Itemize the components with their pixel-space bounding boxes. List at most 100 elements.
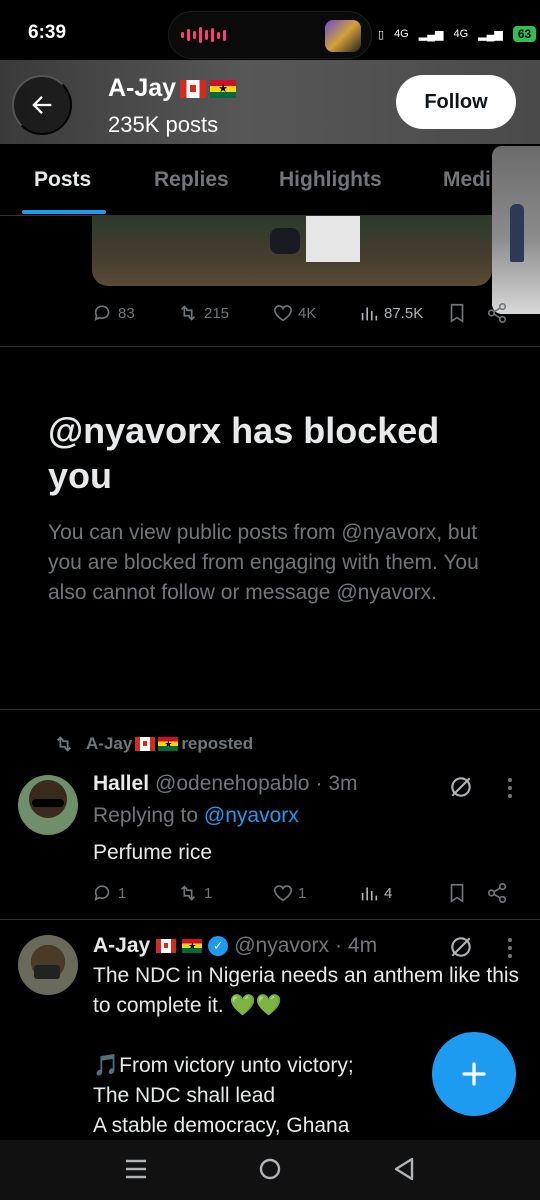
grok-icon[interactable]	[448, 934, 474, 960]
tweet-time: · 4m	[335, 934, 378, 957]
posts-count: 235K posts	[108, 112, 219, 137]
reply-count: 1	[118, 884, 127, 902]
replying-to: Replying to @nyavorx	[93, 804, 299, 828]
like-action[interactable]: 1	[272, 882, 306, 904]
grok-icon[interactable]	[448, 774, 474, 800]
tweet-header: Hallel @odenehopablo · 3m	[93, 772, 358, 796]
divider	[0, 919, 540, 920]
tab-replies[interactable]: Replies	[154, 168, 229, 192]
tweet-text: Perfume rice	[93, 841, 213, 864]
ghana-flag-icon	[182, 939, 203, 953]
post-media[interactable]	[92, 216, 492, 286]
reply-icon	[94, 305, 110, 321]
like-count: 4K	[298, 304, 317, 322]
bookmark-button[interactable]	[446, 302, 468, 324]
status-time: 6:39	[28, 22, 67, 43]
system-nav-bar	[0, 1140, 540, 1200]
views-count: 87.5K	[384, 304, 424, 322]
share-icon	[487, 883, 507, 903]
share-button[interactable]	[486, 882, 508, 904]
repost-icon	[56, 736, 72, 752]
floating-media-preview[interactable]	[492, 146, 540, 314]
media-thumbnail	[325, 20, 361, 52]
views-icon	[361, 307, 378, 321]
reposter: A-Jay reposted	[86, 734, 253, 754]
replying-to-label: Replying to	[93, 804, 199, 827]
canada-flag-icon	[135, 737, 156, 751]
media-people	[270, 228, 300, 254]
tweet-author-name[interactable]: A-Jay	[93, 934, 150, 958]
audio-wave-icon	[181, 26, 226, 44]
profile-name-text: A-Jay	[108, 74, 177, 102]
replying-to-mention[interactable]: @nyavorx	[204, 804, 299, 827]
tweet-header: A-Jay ✓ @nyavorx · 4m	[93, 934, 377, 958]
sunglasses	[32, 799, 64, 807]
profile-tabs: Posts Replies Highlights Medi	[0, 144, 540, 216]
more-icon[interactable]	[500, 936, 520, 960]
repost-icon	[180, 885, 196, 901]
bookmark-button[interactable]	[446, 882, 468, 904]
repost-indicator[interactable]: A-Jay reposted	[52, 733, 253, 755]
repost-count: 1	[204, 884, 213, 902]
verified-icon: ✓	[208, 936, 229, 956]
tweet-author-handle[interactable]: @odenehopablo	[155, 772, 309, 796]
profile-header: A-Jay 235K posts Follow	[0, 60, 540, 144]
reply-count: 83	[118, 304, 135, 322]
reply-action[interactable]: 83	[92, 302, 135, 324]
status-icons: ▯ 4G ▂▄▆ 4G ▂▄▆ 63 ⚡	[378, 24, 540, 44]
views-action[interactable]: 87.5K	[358, 302, 423, 324]
camera-figure	[34, 965, 60, 979]
active-tab-indicator	[22, 210, 106, 214]
profile-name: A-Jay	[108, 74, 237, 103]
repost-action[interactable]: 215	[176, 302, 229, 324]
ghana-flag-icon	[158, 737, 179, 751]
divider	[0, 346, 540, 347]
divider	[0, 709, 540, 710]
canada-flag-icon	[180, 79, 207, 98]
views-action[interactable]: 4	[358, 882, 392, 904]
plus-icon	[462, 1062, 486, 1086]
signal-icon: ▂▄▆	[478, 28, 503, 41]
person-figure	[510, 204, 524, 262]
reply-action[interactable]: 1	[92, 882, 126, 904]
repost-label: reposted	[181, 734, 254, 753]
repost-action[interactable]: 1	[176, 882, 212, 904]
ghana-flag-icon	[210, 79, 237, 98]
back-arrow-icon	[32, 96, 52, 114]
tab-media[interactable]: Medi	[443, 168, 491, 192]
dynamic-island[interactable]	[168, 11, 372, 59]
like-icon	[273, 305, 293, 322]
share-icon	[487, 303, 507, 323]
signal-icon: ▂▄▆	[418, 28, 444, 41]
avatar[interactable]	[18, 935, 78, 995]
like-count: 1	[298, 884, 307, 902]
network-label-1: 4G	[394, 28, 409, 40]
share-button[interactable]	[486, 302, 508, 324]
follow-button[interactable]: Follow	[396, 75, 516, 129]
bookmark-icon	[450, 883, 464, 903]
repost-count: 215	[204, 304, 230, 322]
tweet-author-name[interactable]: Hallel	[93, 772, 149, 796]
tweet-time: · 3m	[315, 772, 358, 795]
blocked-body: You can view public posts from @nyavorx,…	[48, 521, 479, 604]
recent-apps-icon[interactable]	[124, 1156, 148, 1182]
like-action[interactable]: 4K	[272, 302, 316, 324]
battery-level: 63	[512, 26, 537, 42]
views-count: 4	[384, 884, 393, 902]
back-button[interactable]	[12, 75, 72, 135]
avatar[interactable]	[18, 775, 78, 835]
tab-highlights[interactable]: Highlights	[279, 168, 382, 192]
repost-icon	[180, 305, 196, 321]
home-icon[interactable]	[257, 1156, 283, 1182]
back-icon[interactable]	[392, 1156, 416, 1182]
reposter-name: A-Jay	[86, 734, 133, 753]
network-label-2: 4G	[453, 28, 469, 40]
media-monument	[306, 216, 360, 262]
canada-flag-icon	[156, 939, 177, 953]
more-icon[interactable]	[500, 776, 520, 800]
compose-button[interactable]	[432, 1032, 516, 1116]
bookmark-icon	[450, 303, 464, 323]
tab-posts[interactable]: Posts	[34, 168, 91, 192]
tweet-author-handle[interactable]: @nyavorx	[234, 934, 329, 958]
status-bar: 6:39 ▯ 4G ▂▄▆ 4G ▂▄▆ 63 ⚡	[0, 0, 540, 66]
